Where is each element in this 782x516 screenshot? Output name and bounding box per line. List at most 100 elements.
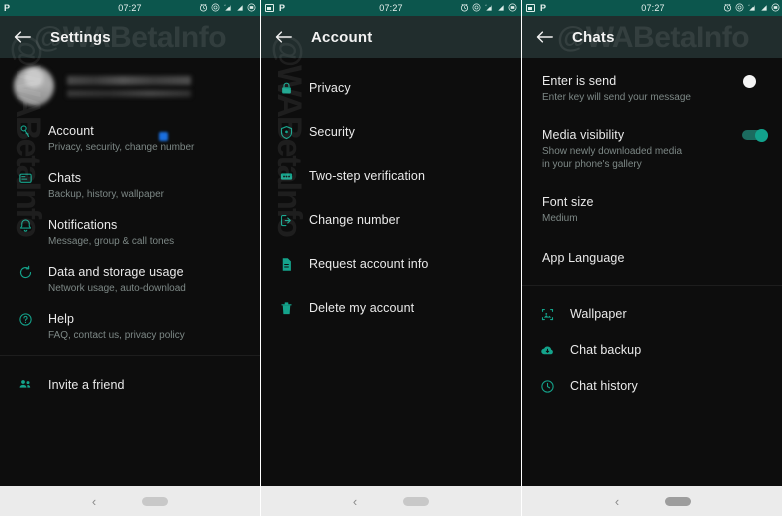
android-nav-bar: ‹	[0, 486, 260, 516]
list-item-chat-history[interactable]: Chat history	[522, 368, 782, 404]
list-item-label: Privacy	[309, 81, 351, 95]
three-phone-screenshots: P 07:27 Settings Account Privacy, securi…	[0, 0, 782, 516]
page-title: Chats	[572, 28, 615, 46]
list-item-request-account-info[interactable]: Request account info	[261, 242, 521, 286]
setting-label: Font size	[542, 195, 594, 209]
toggle-enter-is-send[interactable]	[742, 75, 768, 88]
sidebar-item-label: Help	[48, 312, 75, 326]
sidebar-item-label: Data and storage usage	[48, 265, 184, 279]
list-item-label: Chat history	[570, 379, 638, 393]
bell-icon	[14, 216, 36, 233]
nav-back-icon[interactable]: ‹	[353, 495, 357, 508]
list-item-label: Request account info	[309, 257, 429, 271]
status-bar: P 07:27	[522, 0, 782, 16]
sidebar-item-sublabel: FAQ, contact us, privacy policy	[48, 330, 185, 341]
profile-name-redacted	[67, 75, 191, 85]
toggle-media-visibility[interactable]	[742, 129, 768, 142]
list-item-label: Wallpaper	[570, 307, 627, 321]
sidebar-item-chats[interactable]: Chats Backup, history, wallpaper	[0, 161, 260, 208]
page-title: Account	[311, 28, 373, 46]
nav-back-icon[interactable]: ‹	[92, 495, 96, 508]
chat-icon	[14, 169, 36, 186]
back-arrow-icon[interactable]	[534, 27, 554, 47]
sidebar-item-data-storage[interactable]: Data and storage usage Network usage, au…	[0, 255, 260, 302]
profile-status-redacted	[67, 89, 191, 97]
app-bar-settings: Settings	[0, 16, 260, 58]
list-item-label: Chat backup	[570, 343, 642, 357]
android-nav-bar: ‹	[522, 486, 782, 516]
sim-swap-icon	[275, 213, 297, 228]
setting-font-size[interactable]: Font size Medium	[522, 181, 782, 235]
list-item-wallpaper[interactable]: Wallpaper	[522, 296, 782, 332]
sidebar-item-sublabel: Backup, history, wallpaper	[48, 189, 164, 200]
history-icon	[536, 379, 558, 394]
android-nav-bar: ‹	[261, 486, 521, 516]
list-item-two-step-verification[interactable]: Two-step verification	[261, 154, 521, 198]
toggle-knob	[743, 75, 756, 88]
setting-label: Enter is send	[542, 74, 617, 88]
lock-icon	[275, 81, 297, 96]
document-icon	[275, 257, 297, 272]
dots-icon	[275, 169, 297, 184]
shield-icon	[275, 125, 297, 140]
app-bar-account: Account	[261, 16, 521, 58]
settings-body: Account Privacy, security, change number…	[0, 58, 260, 516]
setting-media-visibility[interactable]: Media visibility Show newly downloaded m…	[522, 114, 782, 181]
people-icon	[14, 377, 36, 392]
sidebar-item-label: Notifications	[48, 218, 118, 232]
sidebar-item-account[interactable]: Account Privacy, security, change number	[0, 114, 260, 161]
setting-sublabel: Show newly downloaded media in your phon…	[542, 146, 683, 170]
list-item-label: Two-step verification	[309, 169, 426, 183]
phone-screen-settings: P 07:27 Settings Account Privacy, securi…	[0, 0, 260, 516]
sidebar-item-sublabel: Privacy, security, change number	[48, 142, 195, 153]
back-arrow-icon[interactable]	[273, 27, 293, 47]
home-indicator[interactable]	[403, 496, 430, 506]
sidebar-item-sublabel: Network usage, auto-download	[48, 283, 186, 294]
sidebar-item-label: Invite a friend	[48, 377, 125, 392]
list-item-chat-backup[interactable]: Chat backup	[522, 332, 782, 368]
list-item-security[interactable]: Security	[261, 110, 521, 154]
data-icon	[14, 263, 36, 280]
status-bar: P 07:27	[261, 0, 521, 16]
chats-body: Enter is send Enter key will send your m…	[522, 58, 782, 516]
list-item-change-number[interactable]: Change number	[261, 198, 521, 242]
page-title: Settings	[50, 28, 111, 46]
setting-label: Media visibility	[542, 128, 625, 142]
sidebar-item-label: Account	[48, 124, 94, 138]
help-icon	[14, 310, 36, 327]
home-indicator[interactable]	[142, 496, 169, 506]
list-item-privacy[interactable]: Privacy	[261, 66, 521, 110]
sidebar-item-notifications[interactable]: Notifications Message, group & call tone…	[0, 208, 260, 255]
setting-app-language[interactable]: App Language	[522, 235, 782, 281]
phone-screen-account: P 07:27 Account Privacy Security Two-ste…	[261, 0, 521, 516]
phone-screen-chats: P 07:27 Chats Enter is send Enter key wi…	[522, 0, 782, 516]
nav-back-icon[interactable]: ‹	[615, 495, 619, 508]
trash-icon	[275, 301, 297, 316]
status-bar-clock: 07:27	[379, 3, 403, 13]
wallpaper-icon	[536, 307, 558, 322]
setting-enter-is-send[interactable]: Enter is send Enter key will send your m…	[522, 58, 782, 114]
back-arrow-icon[interactable]	[12, 27, 32, 47]
app-bar-chats: Chats	[522, 16, 782, 58]
home-indicator[interactable]	[665, 496, 692, 506]
profile-redacted-text	[67, 75, 191, 97]
profile-row[interactable]	[0, 58, 260, 114]
list-divider	[522, 285, 782, 286]
sidebar-item-help[interactable]: Help FAQ, contact us, privacy policy	[0, 302, 260, 349]
account-body: Privacy Security Two-step verification C…	[261, 58, 521, 516]
list-item-label: Security	[309, 125, 355, 139]
sidebar-item-invite-friend[interactable]: Invite a friend	[0, 362, 260, 406]
settings-list: Account Privacy, security, change number…	[0, 114, 260, 406]
sidebar-item-label: Chats	[48, 171, 82, 185]
key-icon	[14, 122, 36, 139]
setting-label: App Language	[542, 251, 625, 265]
list-divider	[0, 355, 260, 356]
list-item-delete-my-account[interactable]: Delete my account	[261, 286, 521, 330]
status-bar-clock: 07:27	[641, 3, 665, 13]
avatar	[14, 66, 54, 106]
sidebar-item-sublabel: Message, group & call tones	[48, 236, 175, 247]
status-bar: P 07:27	[0, 0, 260, 16]
list-item-label: Change number	[309, 213, 400, 227]
status-bar-clock: 07:27	[118, 3, 142, 13]
toggle-knob	[755, 129, 768, 142]
